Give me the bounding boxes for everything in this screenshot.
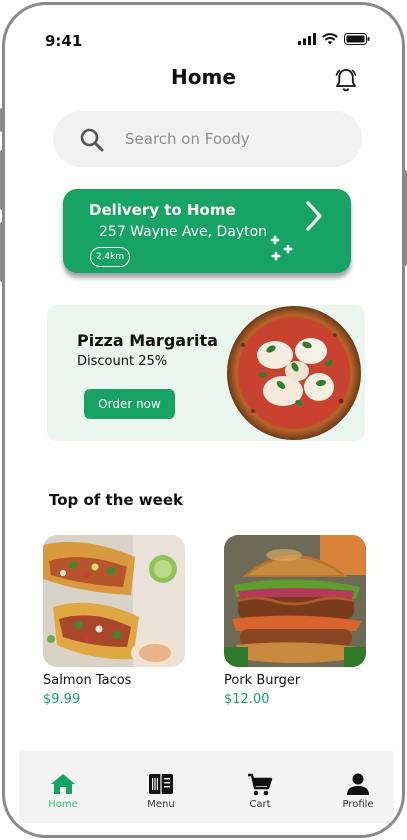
- tab-profile[interactable]: Profile: [323, 751, 393, 823]
- battery-icon: [344, 33, 370, 45]
- cart-icon: [248, 773, 273, 796]
- item-price: $12.00: [224, 692, 270, 707]
- tab-cart[interactable]: Cart: [225, 751, 295, 823]
- delivery-title: Delivery to Home: [89, 201, 236, 219]
- promo-card: Pizza Margarita Discount 25% Order now: [47, 305, 365, 441]
- tab-label: Home: [48, 799, 78, 810]
- search-bar[interactable]: Search on Foody: [53, 111, 362, 167]
- promo-discount: Discount 25%: [77, 354, 168, 369]
- phone-frame: 9:41 Home Search on Foody Delivery to Ho…: [2, 2, 405, 838]
- promo-title: Pizza Margarita: [77, 331, 218, 350]
- status-time: 9:41: [45, 32, 83, 50]
- search-icon: [79, 127, 105, 157]
- chevron-right-icon[interactable]: [305, 201, 323, 235]
- tab-menu[interactable]: Menu: [126, 751, 196, 823]
- search-input[interactable]: Search on Foody: [125, 130, 250, 148]
- section-title: Top of the week: [49, 491, 183, 509]
- profile-icon: [347, 773, 369, 795]
- status-bar: 9:41: [5, 5, 402, 65]
- item-name: Pork Burger: [224, 673, 301, 688]
- delivery-card[interactable]: Delivery to Home 257 Wayne Ave, Dayton 2…: [63, 189, 351, 273]
- notification-button[interactable]: [334, 67, 358, 93]
- wifi-icon: [322, 33, 338, 45]
- burger-image: [224, 535, 366, 667]
- signal-icon: [298, 33, 316, 45]
- delivery-address: 257 Wayne Ave, Dayton: [99, 224, 268, 240]
- menu-book-icon: [149, 774, 173, 794]
- distance-badge: 2.4km: [90, 247, 130, 267]
- tab-label: Cart: [249, 799, 271, 810]
- bell-icon: [335, 69, 357, 92]
- tab-bar: Home Menu Cart Profile: [19, 751, 394, 823]
- item-price: $9.99: [43, 692, 81, 707]
- tacos-image: [43, 535, 185, 667]
- item-name: Salmon Tacos: [43, 673, 132, 688]
- sparkle-icon: [269, 235, 295, 267]
- food-card-salmon-tacos[interactable]: Salmon Tacos $9.99: [43, 535, 188, 707]
- tab-label: Menu: [147, 799, 175, 810]
- tab-home[interactable]: Home: [28, 751, 98, 823]
- order-now-button[interactable]: Order now: [84, 389, 175, 419]
- status-icons: [298, 33, 370, 45]
- food-card-pork-burger[interactable]: Pork Burger $12.00: [224, 535, 369, 707]
- home-icon: [51, 774, 75, 794]
- pizza-image: [227, 306, 361, 440]
- tab-label: Profile: [342, 799, 374, 810]
